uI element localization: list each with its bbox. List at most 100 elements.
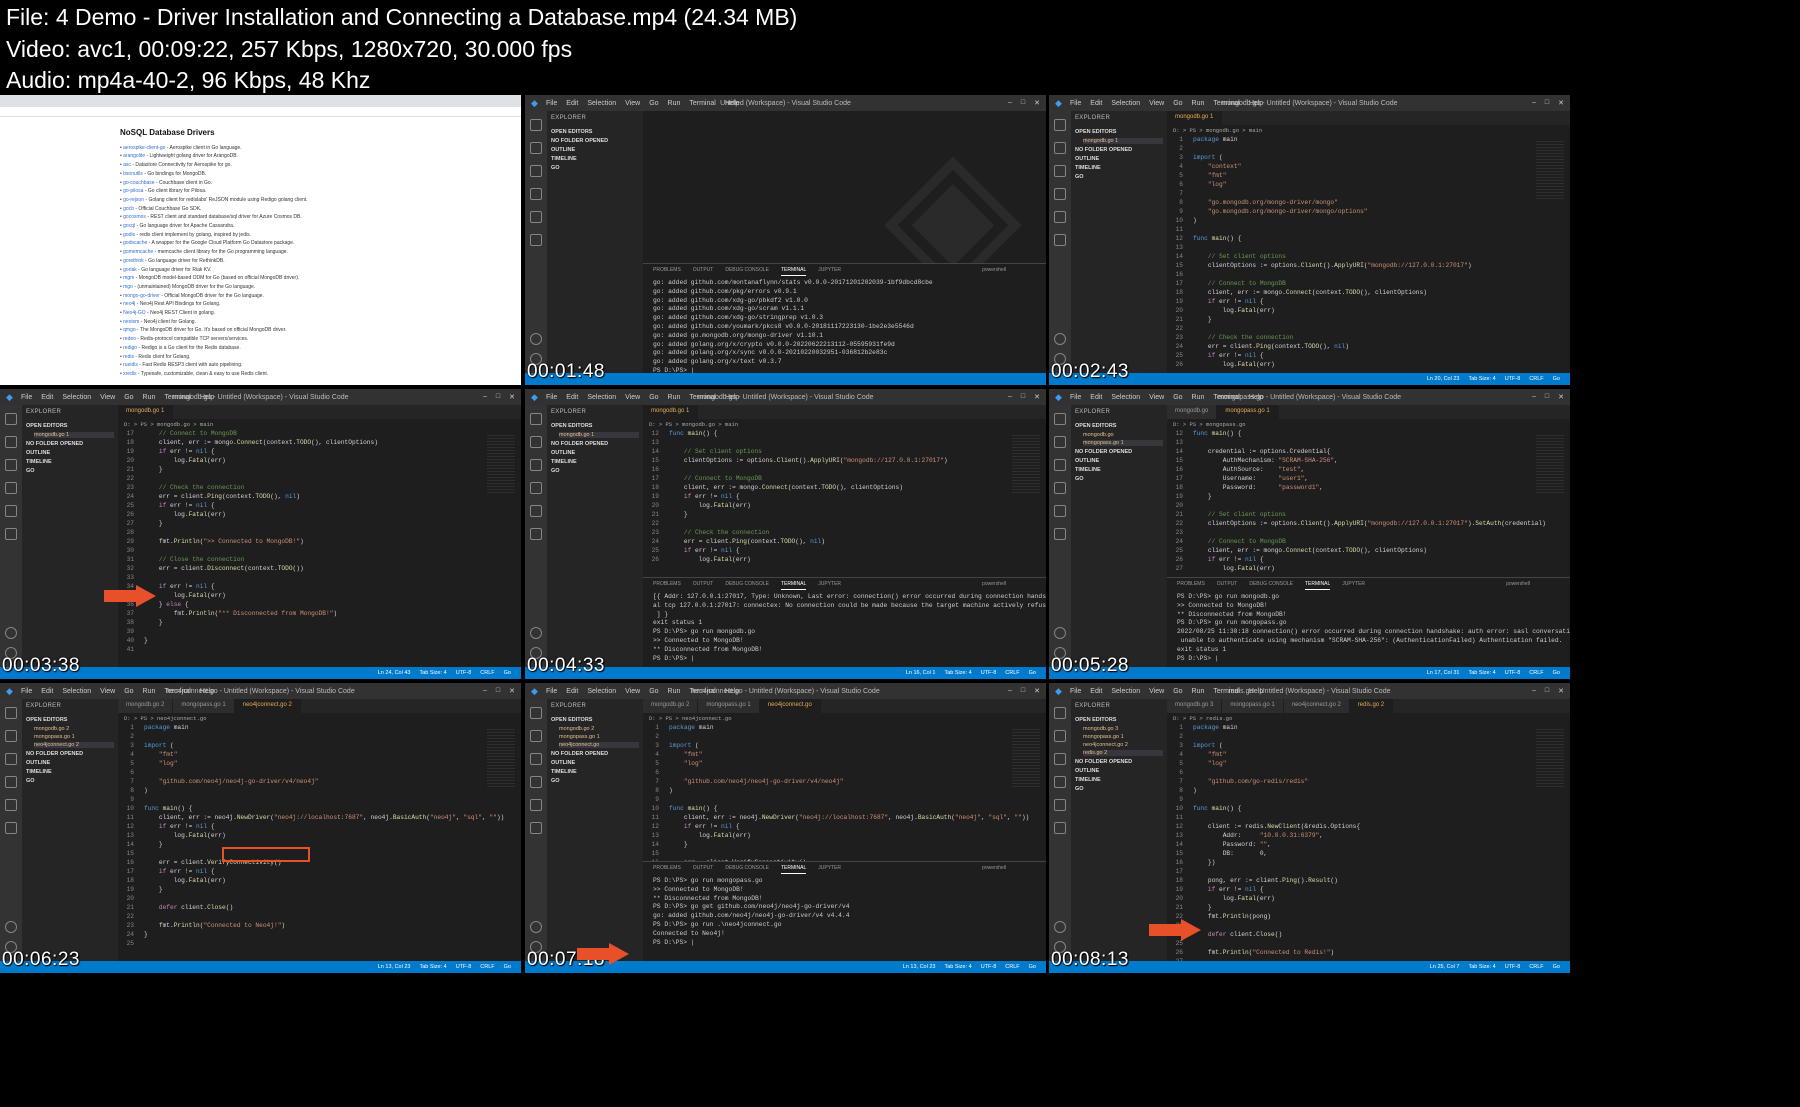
panel-tab-problems[interactable]: PROBLEMS [653, 865, 681, 874]
list-item-link[interactable]: gomemcache [123, 249, 153, 255]
list-item-link[interactable]: go-couchbase [123, 180, 154, 186]
panel-tab-problems[interactable]: PROBLEMS [653, 581, 681, 590]
source-control-icon[interactable] [1054, 459, 1066, 471]
status-item[interactable]: Tab Size: 4 [1468, 376, 1495, 382]
menu-run[interactable]: Run [1192, 100, 1205, 107]
terminal-output[interactable]: go: added github.com/montanaflynn/stats … [643, 276, 1046, 379]
go-section[interactable]: GO [1075, 174, 1163, 180]
extensions-icon[interactable] [1054, 505, 1066, 517]
status-item[interactable]: Tab Size: 4 [1468, 670, 1495, 676]
no-folder-section[interactable]: NO FOLDER OPENED [551, 751, 639, 757]
status-item[interactable]: UTF-8 [1505, 964, 1521, 970]
menu-go[interactable]: Go [124, 394, 133, 401]
go-section[interactable]: GO [26, 778, 114, 784]
minimize-icon[interactable]: – [1008, 393, 1012, 401]
open-editors-section[interactable]: OPEN EDITORS [26, 423, 114, 429]
maximize-icon[interactable]: □ [1021, 687, 1025, 695]
menu-file[interactable]: File [1070, 100, 1081, 107]
status-item[interactable]: CRLF [1529, 670, 1543, 676]
list-item-link[interactable]: godscache [123, 240, 147, 246]
open-editor-item[interactable]: neo4jconnect.go [559, 742, 639, 748]
account-icon[interactable] [5, 921, 17, 933]
open-editor-item[interactable]: mongopass.go 1 [559, 734, 639, 740]
go-section[interactable]: GO [1075, 786, 1163, 792]
menu-view[interactable]: View [100, 688, 115, 695]
editor-tab[interactable]: mongodb.go 2 [643, 699, 699, 713]
close-icon[interactable]: ✕ [1558, 687, 1564, 695]
menu-selection[interactable]: Selection [587, 394, 616, 401]
source-control-icon[interactable] [530, 459, 542, 471]
open-editors-section[interactable]: OPEN EDITORS [26, 717, 114, 723]
files-icon[interactable] [1054, 119, 1066, 131]
panel-tab-output[interactable]: OUTPUT [1217, 581, 1238, 590]
testing-icon[interactable] [1054, 234, 1066, 246]
minimize-icon[interactable]: – [483, 687, 487, 695]
panel-tab-debug-console[interactable]: DEBUG CONSOLE [725, 581, 769, 590]
search-icon[interactable] [530, 436, 542, 448]
list-item-link[interactable]: neoism [123, 319, 139, 325]
maximize-icon[interactable]: □ [1545, 393, 1549, 401]
panel-tab-output[interactable]: OUTPUT [693, 865, 714, 874]
code-editor[interactable]: 1 package main 2 3 import (4 "fmt" 5 "log" 6 7 … [1167, 723, 1570, 965]
panel-tab-debug-console[interactable]: DEBUG CONSOLE [725, 267, 769, 276]
testing-icon[interactable] [530, 234, 542, 246]
outline-section[interactable]: OUTLINE [26, 760, 114, 766]
panel-tab-debug-console[interactable]: DEBUG CONSOLE [725, 865, 769, 874]
panel-tab-terminal[interactable]: TERMINAL [1304, 581, 1331, 590]
code-editor[interactable]: 17 // Connect to MongoDB 18 client, err :… [118, 429, 521, 667]
search-icon[interactable] [1054, 142, 1066, 154]
timeline-section[interactable]: TIMELINE [26, 769, 114, 775]
browser-address-bar[interactable] [0, 107, 521, 117]
go-section[interactable]: GO [26, 468, 114, 474]
list-item-link[interactable]: neo4j [123, 301, 135, 307]
source-control-icon[interactable] [1054, 165, 1066, 177]
no-folder-section[interactable]: NO FOLDER OPENED [1075, 147, 1163, 153]
menu-file[interactable]: File [1070, 394, 1081, 401]
list-item-link[interactable]: rueidis [123, 362, 138, 368]
open-editor-item[interactable]: mongodb.go 1 [1083, 138, 1163, 144]
status-item[interactable]: Ln 25, Col 7 [1430, 964, 1460, 970]
source-control-icon[interactable] [5, 459, 17, 471]
menu-run[interactable]: Run [143, 394, 156, 401]
status-item[interactable]: Go [1029, 964, 1036, 970]
status-item[interactable]: Ln 13, Col 23 [903, 964, 936, 970]
testing-icon[interactable] [5, 528, 17, 540]
panel-tab-problems[interactable]: PROBLEMS [1177, 581, 1205, 590]
menu-help[interactable]: Help [725, 688, 739, 695]
menu-file[interactable]: File [21, 688, 32, 695]
extensions-icon[interactable] [5, 505, 17, 517]
maximize-icon[interactable]: □ [496, 687, 500, 695]
menu-go[interactable]: Go [1173, 394, 1182, 401]
status-item[interactable]: UTF-8 [1505, 670, 1521, 676]
open-editor-item[interactable]: mongodb.go 1 [34, 432, 114, 438]
menu-go[interactable]: Go [124, 688, 133, 695]
run-debug-icon[interactable] [1054, 482, 1066, 494]
code-editor[interactable]: 1 package main 2 3 import (4 "context" 5 "fmt… [1167, 135, 1570, 373]
status-item[interactable]: UTF-8 [1505, 376, 1521, 382]
panel-tab-output[interactable]: OUTPUT [693, 267, 714, 276]
list-item-link[interactable]: gocql [123, 223, 135, 229]
list-item-link[interactable]: Neo4j-GO [123, 310, 146, 316]
open-editor-item[interactable]: mongopass.go 1 [1083, 734, 1163, 740]
search-icon[interactable] [530, 142, 542, 154]
go-section[interactable]: GO [1075, 476, 1163, 482]
close-icon[interactable]: ✕ [509, 393, 515, 401]
files-icon[interactable] [1054, 413, 1066, 425]
open-editor-item[interactable]: redis.go 2 [1083, 750, 1163, 756]
timeline-section[interactable]: TIMELINE [1075, 777, 1163, 783]
list-item-link[interactable]: redigo [123, 345, 137, 351]
editor-tab[interactable]: mongodb.go 1 [643, 405, 699, 419]
menu-selection[interactable]: Selection [1111, 394, 1140, 401]
panel-tab-jupyter[interactable]: JUPYTER [818, 581, 841, 590]
status-item[interactable]: Go [1553, 376, 1560, 382]
menu-terminal[interactable]: Terminal [689, 394, 715, 401]
status-item[interactable]: Ln 13, Col 23 [378, 964, 411, 970]
menu-file[interactable]: File [1070, 688, 1081, 695]
minimize-icon[interactable]: – [1532, 393, 1536, 401]
list-item-link[interactable]: bsonutils [123, 171, 143, 177]
outline-section[interactable]: OUTLINE [1075, 458, 1163, 464]
account-icon[interactable] [530, 627, 542, 639]
extensions-icon[interactable] [530, 505, 542, 517]
terminal-output[interactable]: PS D:\PS> go run mongodb.go >> Connected … [1167, 590, 1570, 666]
menu-view[interactable]: View [625, 100, 640, 107]
